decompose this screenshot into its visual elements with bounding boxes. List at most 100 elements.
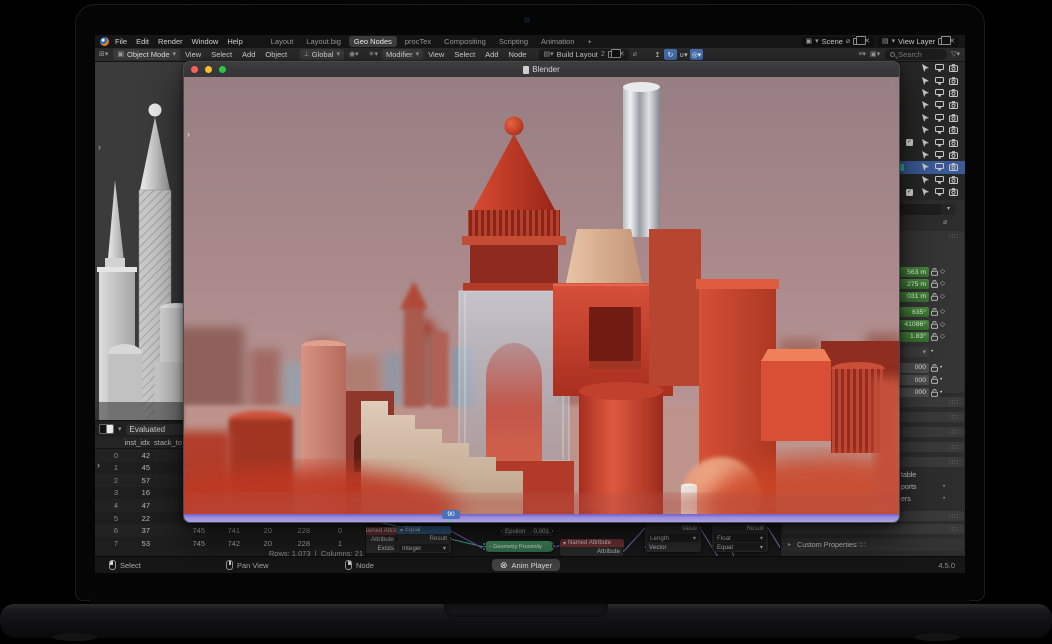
- hide-viewport-icon[interactable]: [935, 176, 944, 184]
- selectable-icon[interactable]: [921, 89, 930, 97]
- menu-window[interactable]: Window: [192, 37, 219, 46]
- hide-viewport-icon[interactable]: [935, 64, 944, 72]
- hide-render-icon[interactable]: [949, 114, 958, 122]
- blender-logo-icon[interactable]: [100, 37, 109, 46]
- data-type-select[interactable]: Float▾: [714, 534, 766, 542]
- render-window[interactable]: Blender ▾ ›: [183, 61, 900, 523]
- new-view-layer-icon[interactable]: [938, 38, 946, 45]
- custom-properties-panel[interactable]: ▸ Custom Properties ∷∷: [783, 538, 964, 551]
- keyframe-icon[interactable]: ◇: [940, 279, 945, 289]
- animate-dot-icon[interactable]: •: [943, 496, 945, 502]
- outliner-search-input[interactable]: Search: [885, 49, 947, 60]
- hide-render-icon[interactable]: [949, 151, 958, 159]
- node-epsilon-field[interactable]: Epsilon0.001: [501, 527, 553, 536]
- selectable-icon[interactable]: [921, 77, 930, 85]
- hide-viewport-icon[interactable]: [935, 114, 944, 122]
- hide-viewport-icon[interactable]: [935, 188, 944, 196]
- menu-file[interactable]: File: [115, 37, 127, 46]
- selectable-icon[interactable]: [921, 176, 930, 184]
- hide-viewport-icon[interactable]: [935, 151, 944, 159]
- keyframe-icon[interactable]: ◇: [940, 332, 945, 342]
- node-compare-integer[interactable]: ▾Equal Result Integer▾: [397, 526, 451, 553]
- auto-refresh-icon[interactable]: ↻: [664, 49, 677, 60]
- tab-scripting[interactable]: Scripting: [494, 36, 533, 47]
- node-compare-float[interactable]: Result Float▾ Equal▾: [712, 524, 768, 552]
- node-group-name[interactable]: Build Layout: [557, 50, 598, 59]
- node-tree-type-select[interactable]: Modifier▾: [382, 49, 423, 60]
- tab-animation[interactable]: Animation: [536, 36, 579, 47]
- exclude-checkbox[interactable]: ✓: [906, 139, 913, 146]
- geometry-data-icon[interactable]: [99, 424, 114, 434]
- selectable-icon[interactable]: [921, 163, 930, 171]
- parent-up-icon[interactable]: ↥: [651, 49, 664, 60]
- scene-name[interactable]: Scene: [822, 37, 843, 46]
- tab-proctex[interactable]: procTex: [400, 36, 436, 47]
- hide-viewport-icon[interactable]: [935, 101, 944, 109]
- keyframe-icon[interactable]: ◇: [940, 267, 945, 277]
- node-named-attribute-2[interactable]: ▾Named Attribute Attribute: [560, 539, 624, 556]
- tab-layout[interactable]: Layout: [266, 36, 299, 47]
- ne-menu-add[interactable]: Add: [485, 50, 498, 59]
- node-editor-icon[interactable]: ✳▾: [369, 51, 378, 58]
- playback-timeline[interactable]: 90: [184, 514, 899, 523]
- column-inst-idx[interactable]: inst_idx: [118, 438, 150, 447]
- hide-viewport-icon[interactable]: [935, 163, 944, 171]
- hide-viewport-icon[interactable]: [935, 89, 944, 97]
- ne-menu-node[interactable]: Node: [509, 50, 527, 59]
- selectable-icon[interactable]: [921, 139, 930, 147]
- ne-menu-view[interactable]: View: [428, 50, 444, 59]
- tab-add-workspace[interactable]: +: [582, 36, 596, 47]
- lock-icon[interactable]: [931, 364, 938, 372]
- keyframe-icon[interactable]: ◇: [940, 292, 945, 302]
- tab-geo-nodes[interactable]: Geo Nodes: [349, 36, 397, 47]
- editor-type-icon[interactable]: ⊞▾: [99, 51, 108, 58]
- filter-funnel-icon[interactable]: ▽▾: [951, 51, 960, 58]
- vp-menu-select[interactable]: Select: [211, 50, 232, 59]
- lock-icon[interactable]: [931, 321, 938, 329]
- chevron-down-icon[interactable]: ▾: [941, 204, 956, 215]
- animate-dot-icon[interactable]: •: [940, 363, 942, 373]
- hide-render-icon[interactable]: [949, 188, 958, 196]
- copy-icon[interactable]: [608, 51, 616, 58]
- stop-icon[interactable]: ⊗: [500, 561, 508, 570]
- scene-selector[interactable]: ▣ ▾ Scene ⌀ ✕: [802, 37, 875, 47]
- animate-dot-icon[interactable]: •: [943, 484, 945, 490]
- hide-render-icon[interactable]: [949, 64, 958, 72]
- hide-render-icon[interactable]: [949, 139, 958, 147]
- filter-collection-icon[interactable]: ▣▾: [870, 51, 880, 58]
- hide-render-icon[interactable]: [949, 176, 958, 184]
- hide-viewport-icon[interactable]: [935, 126, 944, 134]
- node-geometry-proximity[interactable]: ›Geometry Proximity: [484, 541, 554, 552]
- lock-icon[interactable]: [931, 280, 938, 288]
- operation-select[interactable]: Equal▾: [714, 543, 766, 551]
- node-named-attribute-1[interactable]: Named Attribute Attribute Exists: [366, 527, 398, 553]
- current-frame-badge[interactable]: 90: [442, 510, 460, 519]
- sidebar-toggle-icon[interactable]: ›: [98, 143, 101, 152]
- vp-menu-add[interactable]: Add: [242, 50, 255, 59]
- data-type-select[interactable]: Integer▾: [399, 544, 449, 552]
- lock-icon[interactable]: [931, 333, 938, 341]
- selectable-icon[interactable]: [921, 126, 930, 134]
- hide-render-icon[interactable]: [949, 89, 958, 97]
- vp-menu-view[interactable]: View: [185, 50, 201, 59]
- pin-icon[interactable]: ⌀: [846, 38, 850, 45]
- anim-player-indicator[interactable]: ⊗ Anim Player: [492, 559, 560, 571]
- menu-edit[interactable]: Edit: [136, 37, 149, 46]
- hide-render-icon[interactable]: [949, 163, 958, 171]
- menu-render[interactable]: Render: [158, 37, 183, 46]
- overlays-icon[interactable]: ◎▾: [690, 49, 703, 60]
- ne-menu-select[interactable]: Select: [454, 50, 475, 59]
- lock-icon[interactable]: [931, 268, 938, 276]
- display-mode-icon[interactable]: ≡▾: [858, 51, 866, 58]
- node-vector-math[interactable]: Value Length▾ Vector: [645, 524, 701, 552]
- tab-layout-big[interactable]: Layout.big: [301, 36, 346, 47]
- selectable-icon[interactable]: [921, 101, 930, 109]
- animate-dot-icon[interactable]: •: [931, 347, 933, 357]
- new-scene-icon[interactable]: [853, 38, 861, 45]
- menu-help[interactable]: Help: [227, 37, 242, 46]
- selectable-icon[interactable]: [921, 114, 930, 122]
- node-group-selector[interactable]: ▤▾ Build Layout 2 ✕: [539, 49, 628, 60]
- spreadsheet-row[interactable]: 6377457412022800.: [95, 524, 365, 537]
- render-window-titlebar[interactable]: Blender: [184, 62, 899, 77]
- hide-render-icon[interactable]: [949, 77, 958, 85]
